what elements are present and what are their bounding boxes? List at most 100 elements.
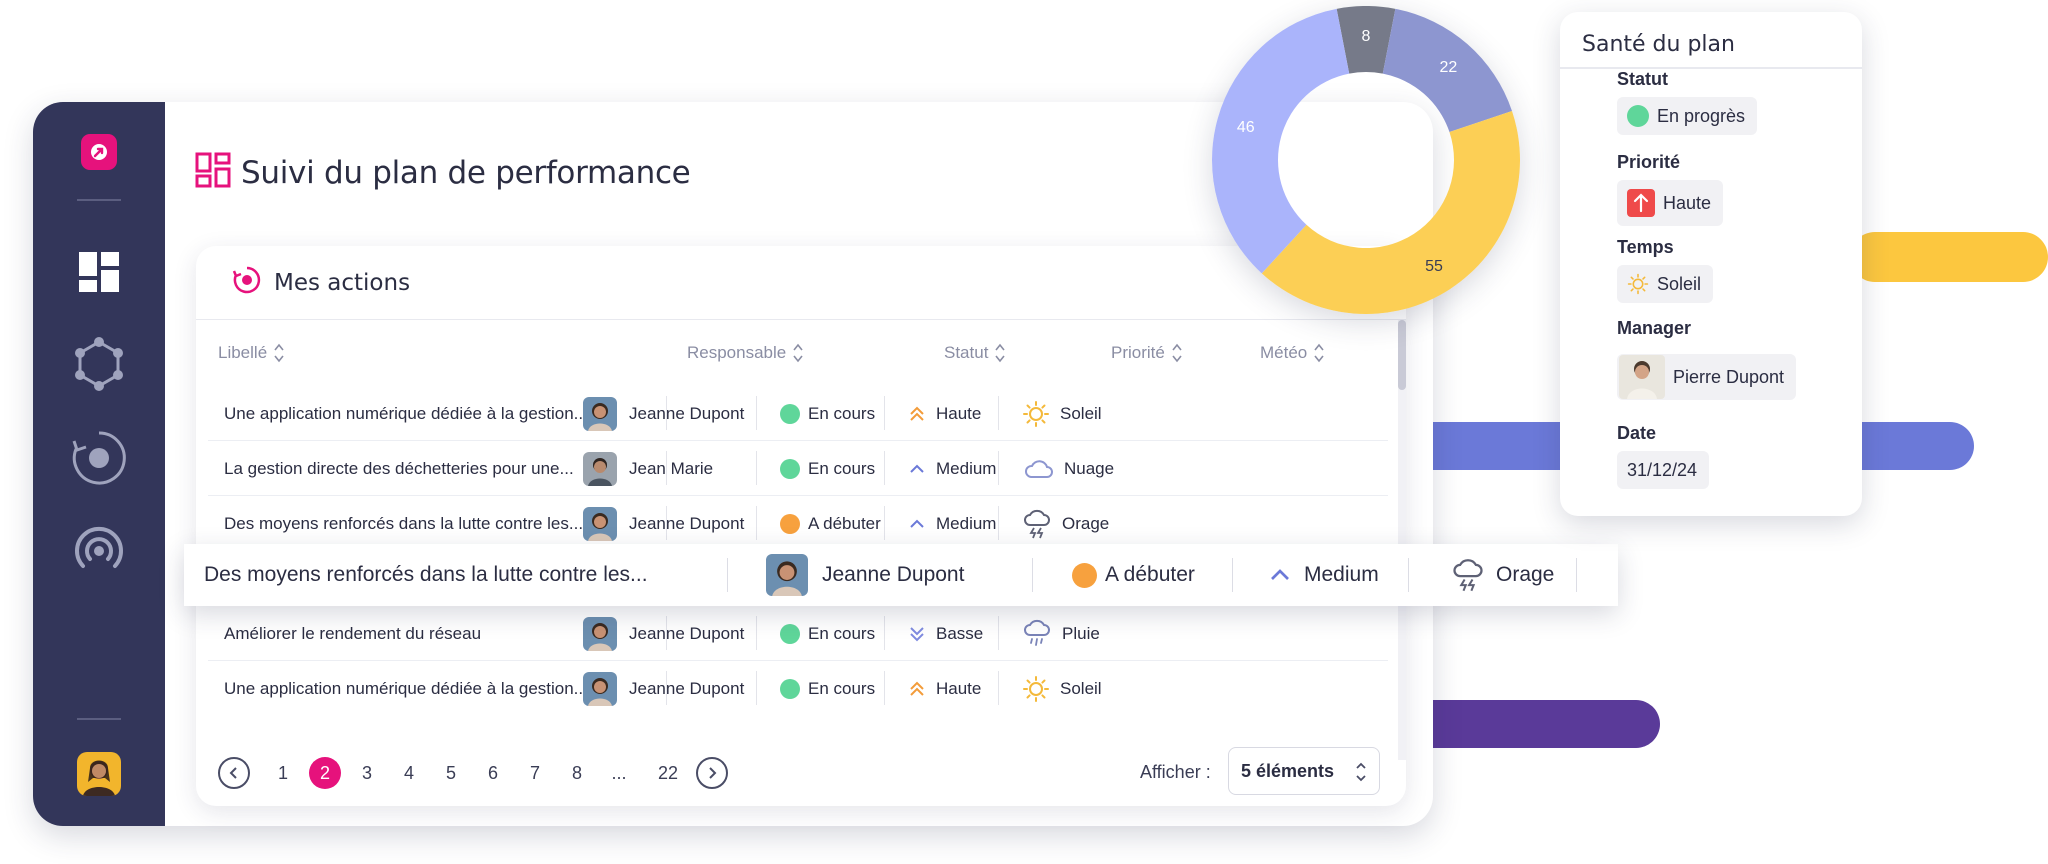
row-priorite: Haute <box>936 678 982 698</box>
row-statut: En cours <box>808 458 876 478</box>
page-number[interactable]: 8 <box>556 763 598 784</box>
status-badge[interactable]: En progrès <box>1617 97 1758 135</box>
page-number[interactable]: 3 <box>346 763 388 784</box>
page-size-select[interactable]: 5 éléments <box>1228 747 1380 795</box>
page-number[interactable]: 7 <box>514 763 556 784</box>
column-header-responsable[interactable]: Responsable <box>687 342 804 364</box>
row-meteo: Soleil <box>1060 678 1102 698</box>
sun-icon <box>1022 400 1050 428</box>
donut-slice-label: 55 <box>1425 258 1443 275</box>
row-libelle: Une application numérique dédiée à la ge… <box>224 403 588 423</box>
row-priorite: Medium <box>936 458 997 478</box>
scrollbar-thumb[interactable] <box>1398 320 1406 390</box>
plan-health-panel: Santé du plan Statut En progrès Priorité… <box>1560 12 1862 516</box>
sort-icon[interactable] <box>1171 342 1183 364</box>
highlighted-row[interactable]: Des moyens renforcés dans la lutte contr… <box>184 544 1618 606</box>
table-row[interactable]: Une application numérique dédiée à la ge… <box>208 661 1388 716</box>
priority-badge[interactable]: Haute <box>1617 180 1724 226</box>
table-scrollbar[interactable] <box>1398 320 1406 760</box>
manager-label: Manager <box>1617 318 1692 338</box>
row-meteo: Orage <box>1062 513 1110 533</box>
donut-slice[interactable] <box>1261 111 1520 314</box>
row-statut: A débuter <box>808 513 881 533</box>
column-header-meteo[interactable]: Météo <box>1260 342 1325 364</box>
column-header-label: Priorité <box>1111 343 1165 362</box>
donut-slice-label: 46 <box>1237 119 1255 136</box>
rain-icon <box>1022 619 1052 649</box>
actions-card: Mes actions Libellé Responsable Statut P… <box>196 246 1406 806</box>
column-header-label: Statut <box>944 343 989 362</box>
row-responsable: Jeanne Dupont <box>629 623 745 643</box>
previous-page-button[interactable] <box>218 757 250 789</box>
avatar <box>1619 355 1665 399</box>
network-icon[interactable] <box>69 334 129 394</box>
page-number[interactable]: 4 <box>388 763 430 784</box>
sort-icon[interactable] <box>273 342 285 364</box>
page-number[interactable]: 22 <box>640 763 696 784</box>
status-dot <box>780 678 800 699</box>
page-number[interactable]: 6 <box>472 763 514 784</box>
page-ellipsis: ... <box>611 762 627 783</box>
chevron-left-icon <box>229 767 237 779</box>
status-dot <box>780 458 800 479</box>
row-statut: En cours <box>808 403 876 423</box>
avatar <box>583 671 617 706</box>
row-libelle: Améliorer le rendement du réseau <box>224 623 482 643</box>
manager-value: Pierre Dupont <box>1673 366 1785 387</box>
pagination: 1 2 3 4 5 6 7 8 ... 22 <box>218 751 728 795</box>
page-title: Suivi du plan de performance <box>241 154 691 191</box>
date-field[interactable]: 31/12/24 <box>1617 451 1710 489</box>
status-dot <box>780 513 800 534</box>
sort-icon[interactable] <box>792 342 804 364</box>
decorative-bar-yellow <box>1850 232 2048 282</box>
page-size-label: Afficher : <box>1140 762 1211 782</box>
sort-icon[interactable] <box>994 342 1006 364</box>
page-number[interactable]: 1 <box>262 763 304 784</box>
row-libelle: La gestion directe des déchetteries pour… <box>224 458 574 478</box>
page-header: Suivi du plan de performance <box>195 152 691 193</box>
row-statut: En cours <box>808 678 876 698</box>
page-number[interactable]: 5 <box>430 763 472 784</box>
row-libelle: Des moyens renforcés dans la lutte contr… <box>224 513 584 533</box>
sun-icon <box>1627 273 1649 295</box>
table-row[interactable]: Des moyens renforcés dans la lutte contr… <box>208 496 1388 551</box>
column-header-libelle[interactable]: Libellé <box>218 342 285 364</box>
broadcast-icon[interactable] <box>69 520 129 580</box>
app-logo-icon[interactable] <box>81 134 117 170</box>
priority-medium-icon <box>1268 563 1292 587</box>
table-row[interactable]: Une application numérique dédiée à la ge… <box>208 386 1388 441</box>
target-icon <box>232 265 262 300</box>
health-title: Santé du plan <box>1582 32 1735 57</box>
manager-badge[interactable]: Pierre Dupont <box>1617 354 1797 400</box>
donut-chart: 8 22 55 46 <box>1212 6 1520 314</box>
column-header-label: Responsable <box>687 343 787 362</box>
priority-medium-icon <box>908 515 926 533</box>
weather-badge[interactable]: Soleil <box>1617 265 1714 303</box>
sidebar <box>33 102 165 826</box>
avatar <box>766 554 808 596</box>
row-priorite: Haute <box>936 403 982 423</box>
arrow-up-icon <box>1627 189 1655 217</box>
row-responsable: Jeanne Dupont <box>629 678 745 698</box>
storm-icon <box>1450 557 1486 593</box>
sort-icon[interactable] <box>1313 342 1325 364</box>
table-row[interactable]: La gestion directe des déchetteries pour… <box>208 441 1388 496</box>
row-libelle: Une application numérique dédiée à la ge… <box>224 678 588 698</box>
target-icon[interactable] <box>69 428 129 488</box>
row-statut: En cours <box>808 623 876 643</box>
donut-slice[interactable] <box>1212 8 1350 274</box>
status-label: Statut <box>1617 69 1668 89</box>
column-header-statut[interactable]: Statut <box>944 342 1006 364</box>
page-number-current[interactable]: 2 <box>309 757 341 789</box>
next-page-button[interactable] <box>696 757 728 789</box>
priority-high-icon <box>908 680 926 698</box>
column-header-priorite[interactable]: Priorité <box>1111 342 1183 364</box>
user-avatar[interactable] <box>77 752 121 796</box>
table-row[interactable]: Améliorer le rendement du réseau Jeanne … <box>208 606 1388 661</box>
priority-label: Priorité <box>1617 152 1681 172</box>
status-value: En progrès <box>1657 105 1746 126</box>
page-size-value: 5 éléments <box>1241 760 1335 781</box>
dashboard-icon[interactable] <box>69 242 129 302</box>
row-responsable: Jean Marie <box>629 458 714 478</box>
row-priorite: Medium <box>1304 563 1379 586</box>
